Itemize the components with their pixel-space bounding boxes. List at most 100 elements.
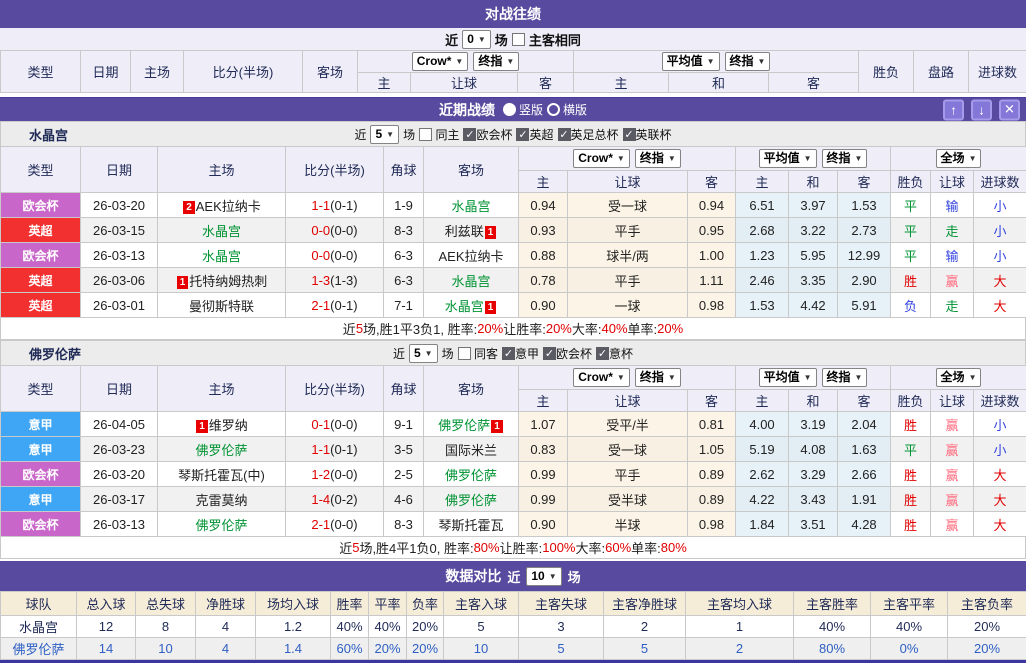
crow-select[interactable]: Crow*▼ bbox=[573, 149, 630, 168]
avg-away: 2.73 bbox=[838, 218, 891, 243]
home-team: 水晶宫 bbox=[158, 243, 286, 268]
handicap-line: 受一球 bbox=[568, 437, 688, 462]
corner-count: 2-5 bbox=[384, 462, 424, 487]
home-odds: 0.83 bbox=[519, 437, 568, 462]
avg-home: 6.51 bbox=[736, 193, 789, 218]
h2h-games-select[interactable]: 0▼ bbox=[462, 30, 491, 49]
team-games-select[interactable]: 5▼ bbox=[370, 125, 399, 144]
avg-draw: 3.35 bbox=[789, 268, 838, 293]
away-team: 佛罗伦萨 bbox=[424, 487, 519, 512]
home-team: 曼彻斯特联 bbox=[158, 293, 286, 318]
avg-select-group: 平均值▼ 终指▼ bbox=[736, 366, 891, 390]
close-button[interactable]: ✕ bbox=[999, 99, 1020, 120]
checkbox-unchecked-icon bbox=[458, 347, 471, 360]
goals-result: 大 bbox=[974, 268, 1026, 293]
away-team: AEK拉纳卡 bbox=[424, 243, 519, 268]
compare-col-header: 球队 bbox=[1, 592, 77, 616]
goals-result: 小 bbox=[974, 412, 1026, 437]
h2h-final2-select[interactable]: 终指▼ bbox=[725, 52, 771, 71]
odds-select-group: Crow*▼ 终指▼ bbox=[519, 366, 736, 390]
compare-col-header: 主客均入球 bbox=[686, 592, 794, 616]
match-row: 意甲26-03-17克雷莫纳1-4(0-2)4-6佛罗伦萨0.99受半球0.89… bbox=[1, 487, 1026, 512]
handicap-result: 赢 bbox=[931, 487, 974, 512]
compare-games-select[interactable]: 10▼ bbox=[526, 567, 561, 586]
avg-draw: 3.29 bbox=[789, 462, 838, 487]
h2h-col-away: 客场 bbox=[303, 51, 358, 93]
home-odds: 0.94 bbox=[519, 193, 568, 218]
league-filter[interactable]: ✓英足总杯 bbox=[558, 126, 619, 143]
final-select[interactable]: 终指▼ bbox=[635, 149, 681, 168]
h2h-avg-select[interactable]: 平均值▼ bbox=[662, 52, 720, 71]
avg-home: 2.62 bbox=[736, 462, 789, 487]
compare-value: 20% bbox=[407, 616, 444, 638]
same-venue-filter[interactable]: 同主 bbox=[419, 126, 459, 143]
final2-select[interactable]: 终指▼ bbox=[822, 149, 868, 168]
compare-value: 40% bbox=[871, 616, 948, 638]
result-badge: 胜 bbox=[891, 487, 931, 512]
chevron-down-icon: ▼ bbox=[969, 369, 977, 386]
final-select[interactable]: 终指▼ bbox=[635, 368, 681, 387]
checkbox-checked-icon: ✓ bbox=[558, 128, 571, 141]
compare-value: 0% bbox=[871, 638, 948, 660]
team-games-select[interactable]: 5▼ bbox=[409, 344, 438, 363]
avg-away: 1.53 bbox=[838, 193, 891, 218]
compare-value: 10 bbox=[444, 638, 519, 660]
chevron-down-icon: ▼ bbox=[804, 150, 812, 167]
h2h-col-draw-avg: 和 bbox=[669, 73, 769, 93]
horizontal-layout-radio[interactable]: 横版 bbox=[547, 101, 587, 118]
h2h-final-select[interactable]: 终指▼ bbox=[473, 52, 519, 71]
checkbox-checked-icon: ✓ bbox=[623, 128, 636, 141]
handicap-result: 赢 bbox=[931, 512, 974, 537]
compare-value: 1.4 bbox=[256, 638, 331, 660]
compare-value: 4 bbox=[196, 616, 256, 638]
h2h-table: 类型 日期 主场 比分(半场) 客场 Crow*▼ 终指▼ 平均值▼ 终指▼ bbox=[0, 50, 1026, 93]
result-badge: 平 bbox=[891, 218, 931, 243]
league-filter[interactable]: ✓意杯 bbox=[596, 345, 633, 362]
full-match-select[interactable]: 全场▼ bbox=[936, 368, 982, 387]
vertical-layout-radio[interactable]: 竖版 bbox=[503, 101, 543, 118]
red-card-badge: 1 bbox=[485, 301, 497, 314]
crow-select[interactable]: Crow*▼ bbox=[573, 368, 630, 387]
col-score: 比分(半场) bbox=[286, 366, 384, 412]
compare-value: 10 bbox=[136, 638, 196, 660]
avg-select[interactable]: 平均值▼ bbox=[759, 149, 817, 168]
league-filter[interactable]: ✓英超 bbox=[516, 126, 553, 143]
avg-home: 4.00 bbox=[736, 412, 789, 437]
chevron-down-icon: ▼ bbox=[386, 126, 394, 143]
home-team: 2AEK拉纳卡 bbox=[158, 193, 286, 218]
same-home-away-checkbox[interactable] bbox=[512, 33, 525, 46]
result-badge: 胜 bbox=[891, 268, 931, 293]
move-up-button[interactable]: ↑ bbox=[943, 99, 964, 120]
league-filter[interactable]: ✓欧会杯 bbox=[543, 345, 592, 362]
summary-segment: 场,胜1平3负1, 胜率: bbox=[363, 319, 477, 338]
league-badge: 欧会杯 bbox=[1, 512, 81, 537]
league-filter[interactable]: ✓欧会杯 bbox=[463, 126, 512, 143]
odds-select-group: Crow*▼ 终指▼ bbox=[519, 147, 736, 171]
h2h-odds-select-group: Crow*▼ 终指▼ bbox=[358, 51, 574, 73]
handicap-line: 半球 bbox=[568, 512, 688, 537]
summary-segment: 80% bbox=[661, 540, 687, 555]
chevron-down-icon: ▼ bbox=[506, 53, 514, 70]
match-score: 2-1(0-0) bbox=[286, 512, 384, 537]
league-filter[interactable]: ✓英联杯 bbox=[623, 126, 672, 143]
col-type: 类型 bbox=[1, 366, 81, 412]
league-filter[interactable]: ✓意甲 bbox=[502, 345, 539, 362]
team-summary: 近5场,胜1平3负1, 胜率:20% 让胜率:20% 大率:40% 单率:20% bbox=[0, 318, 1026, 340]
goals-result: 大 bbox=[974, 293, 1026, 318]
avg-away: 2.90 bbox=[838, 268, 891, 293]
compare-value: 3 bbox=[519, 616, 604, 638]
h2h-col-goals: 进球数 bbox=[969, 51, 1026, 93]
h2h-col-date: 日期 bbox=[81, 51, 131, 93]
h2h-crow-select[interactable]: Crow*▼ bbox=[412, 52, 469, 71]
move-down-button[interactable]: ↓ bbox=[971, 99, 992, 120]
match-row: 英超26-03-061托特纳姆热刺1-3(1-3)6-3水晶宫0.78平手1.1… bbox=[1, 268, 1026, 293]
goals-result: 小 bbox=[974, 193, 1026, 218]
compare-col-header: 负率 bbox=[407, 592, 444, 616]
match-score: 0-0(0-0) bbox=[286, 243, 384, 268]
final2-select[interactable]: 终指▼ bbox=[822, 368, 868, 387]
avg-select-group: 平均值▼ 终指▼ bbox=[736, 147, 891, 171]
same-venue-filter[interactable]: 同客 bbox=[458, 345, 498, 362]
full-match-select[interactable]: 全场▼ bbox=[936, 149, 982, 168]
games-suffix: 场 bbox=[403, 126, 415, 143]
avg-select[interactable]: 平均值▼ bbox=[759, 368, 817, 387]
